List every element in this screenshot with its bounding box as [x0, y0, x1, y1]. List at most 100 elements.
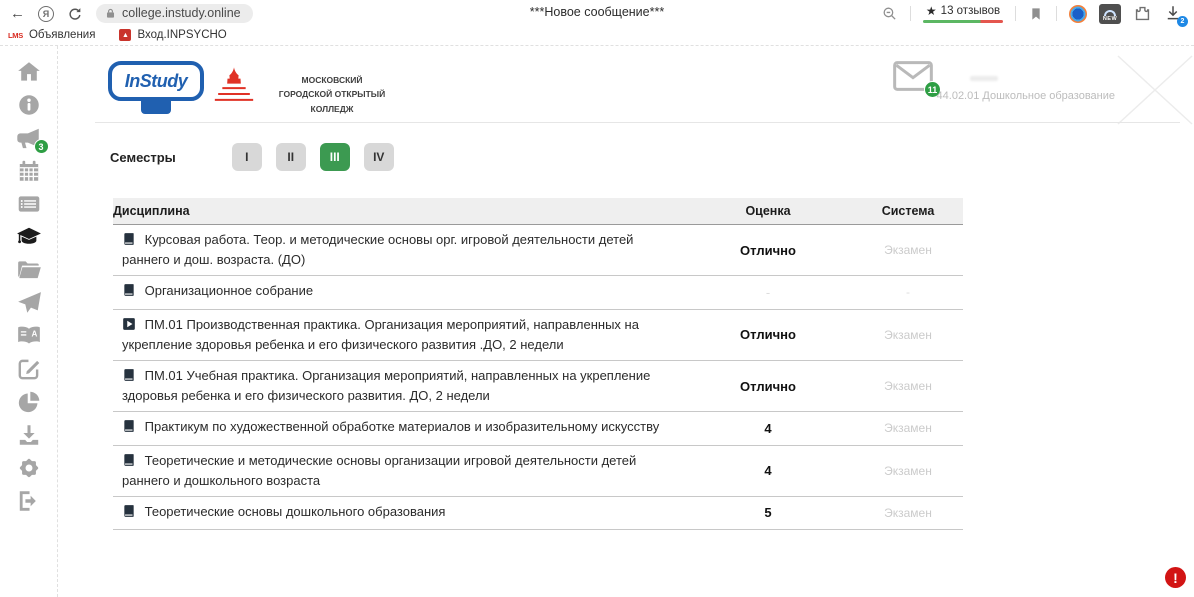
sidebar-item-files[interactable] — [16, 257, 42, 283]
star-icon: ★ — [926, 4, 937, 18]
discipline-name[interactable]: Организационное собрание — [145, 283, 313, 298]
system-value: Экзамен — [853, 506, 963, 520]
downloads-browser-button[interactable]: 2 — [1164, 4, 1184, 24]
grade-value: Отлично — [683, 327, 853, 342]
home-icon — [16, 59, 42, 85]
semester-buttons: IIIIIIIV — [232, 143, 394, 171]
announcements-count-badge: 3 — [34, 139, 49, 154]
error-indicator[interactable]: ! — [1165, 567, 1186, 588]
list-card-icon — [16, 191, 42, 217]
sidebar-item-messages[interactable] — [16, 290, 42, 316]
semester-button-iv[interactable]: IV — [364, 143, 394, 171]
site-reviews-button[interactable]: ★ 13 отзывов — [923, 4, 1003, 23]
back-icon[interactable]: ← — [10, 6, 25, 21]
mail-button[interactable]: 11 — [893, 61, 933, 93]
column-header-discipline: Дисциплина — [113, 198, 683, 224]
semester-button-ii[interactable]: II — [276, 143, 306, 171]
grade-value: 4 — [683, 421, 853, 436]
bookmark-item-announcements[interactable]: LMS Объявления — [8, 29, 95, 41]
redacted-student-name — [970, 76, 998, 81]
grade-value: Отлично — [683, 379, 853, 394]
browser-toolbar: ← Я college.instudy.online ***Новое сооб… — [0, 0, 1194, 27]
info-icon — [16, 92, 42, 118]
system-value: Экзамен — [853, 379, 963, 393]
table-row: ПМ.01 Производственная практика. Организ… — [113, 310, 963, 361]
sidebar-item-dictionary[interactable]: A — [16, 323, 42, 349]
lms-favicon: LMS — [8, 31, 23, 40]
sidebar-item-logout[interactable] — [16, 488, 42, 514]
bookmark-item-inpsycho[interactable]: ▲ Вход.INPSYCHO — [119, 29, 226, 41]
discipline-name[interactable]: Теоретические и методические основы орга… — [122, 453, 636, 488]
new-badge-label: NEW — [1103, 17, 1117, 23]
browser-menu-icon[interactable]: Я — [38, 6, 54, 22]
grade-value: Отлично — [683, 243, 853, 258]
discipline-name[interactable]: Теоретические основы дошкольного образов… — [145, 504, 446, 519]
instudy-logo[interactable]: InStudy — [108, 61, 204, 114]
graduation-cap-icon — [16, 224, 42, 250]
discipline-name[interactable]: Курсовая работа. Теор. и методические ос… — [122, 232, 633, 267]
system-value: - — [853, 285, 963, 299]
find-in-page-icon[interactable] — [881, 5, 898, 22]
logout-icon — [16, 488, 42, 514]
bookmarks-bar: LMS Объявления ▲ Вход.INPSYCHO — [0, 27, 1194, 46]
url-text: college.instudy.online — [122, 6, 241, 20]
system-value: Экзамен — [853, 464, 963, 478]
divider — [1015, 6, 1016, 21]
sidebar-item-downloads[interactable] — [16, 422, 42, 448]
bookmark-icon[interactable] — [1028, 6, 1044, 22]
svg-text:A: A — [31, 330, 37, 339]
sidebar-item-home[interactable] — [16, 59, 42, 85]
address-bar[interactable]: college.instudy.online — [96, 4, 253, 23]
semester-button-i[interactable]: I — [232, 143, 262, 171]
reviews-rating-bar — [923, 20, 1003, 23]
extension-icon[interactable] — [1133, 4, 1152, 23]
reviews-label: 13 отзывов — [941, 5, 1000, 17]
sidebar-item-compose[interactable] — [16, 356, 42, 382]
column-header-system: Система — [853, 198, 963, 224]
folder-icon — [16, 257, 42, 283]
bookmark-label: Объявления — [29, 29, 96, 41]
grades-table: Дисциплина Оценка Система Курсовая работ… — [113, 198, 963, 530]
table-row: Теоретические и методические основы орга… — [113, 446, 963, 497]
sidebar-item-calendar[interactable] — [16, 158, 42, 184]
paper-plane-icon — [16, 290, 42, 316]
book-icon — [122, 504, 136, 523]
book-icon — [122, 232, 136, 251]
table-header-row: Дисциплина Оценка Система — [113, 198, 963, 225]
sidebar-item-education-active[interactable] — [16, 224, 42, 250]
sidebar-item-announcements[interactable]: 3 — [16, 125, 42, 151]
college-name-line2: ГОРОДСКОЙ ОТКРЫТЫЙ КОЛЛЕДЖ — [267, 87, 397, 116]
divider — [1056, 6, 1057, 21]
discipline-name[interactable]: ПМ.01 Учебная практика. Организация меро… — [122, 368, 650, 403]
calendar-icon — [16, 158, 42, 184]
book-icon — [122, 368, 136, 387]
discipline-name[interactable]: ПМ.01 Производственная практика. Организ… — [122, 317, 639, 352]
semester-button-iii[interactable]: III — [320, 143, 350, 171]
extension-browser-icon[interactable] — [1069, 5, 1087, 23]
table-row: Практикум по художественной обработке ма… — [113, 412, 963, 445]
semesters-label: Семестры — [110, 150, 176, 165]
system-value: Экзамен — [853, 421, 963, 435]
kremlin-tower-icon — [209, 64, 259, 114]
inpsycho-favicon: ▲ — [119, 29, 131, 41]
sidebar-item-news[interactable] — [16, 191, 42, 217]
sidebar-nav: 3 A — [0, 46, 58, 597]
refresh-icon[interactable] — [67, 6, 83, 22]
divider — [910, 6, 911, 21]
bookmark-label: Вход.INPSYCHO — [137, 29, 226, 41]
table-body: Курсовая работа. Теор. и методические ос… — [113, 225, 963, 530]
extension-new-icon[interactable]: NEW — [1099, 4, 1121, 24]
sidebar-item-statistics[interactable] — [16, 389, 42, 415]
play-icon — [122, 317, 136, 336]
discipline-name[interactable]: Практикум по художественной обработке ма… — [145, 419, 660, 434]
pie-chart-icon — [16, 389, 42, 415]
system-value: Экзамен — [853, 243, 963, 257]
college-logo: МОСКОВСКИЙ ГОРОДСКОЙ ОТКРЫТЫЙ КОЛЛЕДЖ — [209, 64, 397, 116]
sidebar-item-settings[interactable] — [16, 455, 42, 481]
edit-icon — [16, 356, 42, 382]
book-icon — [122, 453, 136, 472]
table-row: Организационное собрание - - — [113, 276, 963, 309]
translation-book-icon: A — [16, 323, 42, 349]
main-content: InStudy МОСКОВСКИЙ ГОРОДСКОЙ ОТКРЫТЫЙ КО… — [59, 46, 1194, 597]
sidebar-item-info[interactable] — [16, 92, 42, 118]
